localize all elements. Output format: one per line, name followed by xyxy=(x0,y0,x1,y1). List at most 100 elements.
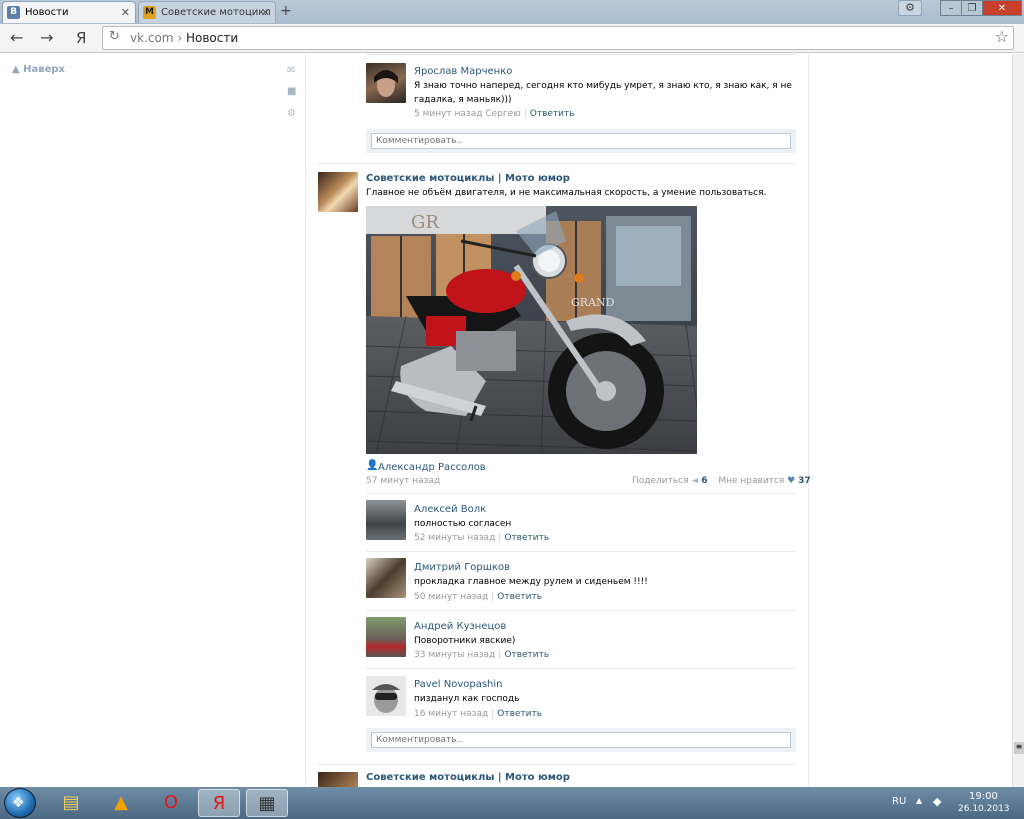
share-label: Поделиться xyxy=(632,476,689,486)
clock-date[interactable]: 26.10.2013 xyxy=(958,804,1010,814)
avatar[interactable] xyxy=(366,558,406,598)
scanner-app-icon[interactable]: ▦ xyxy=(246,789,288,817)
settings-gear-icon[interactable]: ⚙ xyxy=(287,109,297,119)
tab-label: Советские мотоцикл xyxy=(161,7,271,18)
address-bar[interactable]: ↻ vk.com › Новости ☆ xyxy=(102,26,1014,50)
aimp-app-icon[interactable]: ▲ xyxy=(100,789,142,817)
comment-author[interactable]: Алексей Волк xyxy=(414,504,486,515)
url-separator: › xyxy=(177,31,183,45)
forward-arrow-icon[interactable]: → xyxy=(40,28,53,48)
tab-label: Новости xyxy=(25,7,69,18)
reload-icon[interactable]: ↻ xyxy=(109,29,120,44)
comment-input[interactable] xyxy=(371,732,791,748)
post-author[interactable]: Александр Рассолов xyxy=(378,462,486,473)
post-text: Главное не объём двигателя, и не максима… xyxy=(366,188,767,198)
column-divider xyxy=(305,54,306,787)
avatar[interactable] xyxy=(366,617,406,657)
windows-logo-icon: ❖ xyxy=(12,795,25,811)
close-tab-icon[interactable]: ✕ xyxy=(261,2,270,23)
comment-author[interactable]: Андрей Кузнецов xyxy=(414,621,506,632)
explorer-folder-icon[interactable]: ▤ xyxy=(50,789,92,817)
url-page: Новости xyxy=(185,31,239,45)
page-content: ▲ Наверх ✉ ■ ⚙ Ярослав Марченко Я знаю т… xyxy=(0,54,1012,787)
avatar[interactable] xyxy=(366,63,406,103)
share-button[interactable]: Поделиться ◄ 6 xyxy=(632,476,707,486)
comment-time[interactable]: 33 минуты назад xyxy=(414,650,495,660)
column-divider xyxy=(808,54,809,787)
reply-link[interactable]: Ответить xyxy=(497,592,542,602)
tab-news[interactable]: В Новости ✕ xyxy=(2,1,136,23)
comment-time[interactable]: 16 минут назад xyxy=(414,709,488,719)
messages-icon[interactable]: ✉ xyxy=(287,66,297,76)
window-controls: – ❐ ✕ xyxy=(940,0,1022,16)
network-icon[interactable]: ◆ xyxy=(933,795,941,808)
start-button[interactable]: ❖ xyxy=(4,788,36,818)
post-time[interactable]: 57 минут назад xyxy=(366,476,440,486)
minimize-button[interactable]: – xyxy=(940,0,962,16)
vertical-scrollbar[interactable]: ≡ xyxy=(1012,54,1024,787)
like-button[interactable]: Мне нравится ♥ 37 xyxy=(718,476,810,486)
divider xyxy=(366,493,796,494)
moto-favicon-icon: M xyxy=(143,6,156,19)
divider xyxy=(366,668,796,669)
post-group-title[interactable]: Советские мотоциклы | Мото юмор xyxy=(366,772,570,783)
title-bar: В Новости ✕ M Советские мотоцикл ✕ + ⚙ –… xyxy=(0,0,1024,24)
reply-link[interactable]: Ответить xyxy=(530,109,575,119)
comment-time[interactable]: 50 минут назад xyxy=(414,592,488,602)
yandex-button[interactable]: Я xyxy=(76,28,86,48)
megaphone-icon: ◄ xyxy=(691,476,699,486)
post-divider xyxy=(318,163,796,164)
comment-meta: 33 минуты назад | Ответить xyxy=(414,650,550,660)
reply-link[interactable]: Ответить xyxy=(504,650,549,660)
reply-link[interactable]: Ответить xyxy=(497,709,542,719)
yandex-browser-icon[interactable]: Я xyxy=(198,789,240,817)
like-count: 37 xyxy=(798,476,811,486)
comment-meta: 52 минуты назад | Ответить xyxy=(414,533,550,543)
opera-app-icon[interactable]: O xyxy=(150,789,192,817)
comment-text: Я знаю точно наперед, сегодня кто мибудь… xyxy=(414,81,792,105)
reply-link[interactable]: Ответить xyxy=(504,533,549,543)
scroll-grip[interactable]: ≡ xyxy=(1014,742,1024,754)
tab-soviet-moto[interactable]: M Советские мотоцикл ✕ xyxy=(138,1,276,23)
divider xyxy=(366,54,796,55)
group-avatar[interactable] xyxy=(318,772,358,787)
post-image[interactable]: GR GRAND xyxy=(366,206,697,454)
settings-gear-icon[interactable]: ⚙ xyxy=(898,0,922,16)
close-tab-icon[interactable]: ✕ xyxy=(121,2,130,23)
language-indicator[interactable]: RU xyxy=(892,796,906,807)
avatar-face-icon xyxy=(374,70,398,97)
comment-box xyxy=(366,129,796,153)
new-tab-button[interactable]: + xyxy=(280,3,292,19)
maximize-button[interactable]: ❐ xyxy=(961,0,983,16)
divider xyxy=(366,551,796,552)
post-group-title[interactable]: Советские мотоциклы | Мото юмор xyxy=(366,173,570,184)
avatar[interactable] xyxy=(366,500,406,540)
motorcycle-photo: GR GRAND xyxy=(366,206,697,454)
comment-time[interactable]: 5 минут назад Сергею xyxy=(414,109,521,119)
back-arrow-icon[interactable]: ← xyxy=(10,28,23,48)
vk-favicon-icon: В xyxy=(7,6,20,19)
comment-author[interactable]: Дмитрий Горшков xyxy=(414,562,510,573)
comment-input[interactable] xyxy=(371,133,791,149)
share-count: 6 xyxy=(701,476,708,486)
tray-expand-icon[interactable]: ▲ xyxy=(916,796,922,805)
comment-text: полностью согласен xyxy=(414,519,512,529)
url-text: vk.com › Новости xyxy=(130,31,238,45)
comment-author[interactable]: Pavel Novopashin xyxy=(414,679,503,690)
avatar[interactable] xyxy=(366,676,406,716)
comments-icon[interactable]: ■ xyxy=(287,87,297,97)
bookmark-star-icon[interactable]: ☆ xyxy=(995,27,1009,46)
avatar-face-icon xyxy=(372,684,400,713)
browser-toolbar: ← → Я ↻ vk.com › Новости ☆ xyxy=(0,24,1024,53)
comment-text: прокладка главное между рулем и сиденьем… xyxy=(414,577,648,587)
sign-text: GR xyxy=(411,212,439,233)
close-window-button[interactable]: ✕ xyxy=(982,0,1022,16)
scroll-to-top-link[interactable]: ▲ Наверх xyxy=(12,64,65,75)
taskbar: ❖ ▤ ▲ O Я ▦ RU ▲ ◆ 19:00 26.10.2013 xyxy=(0,787,1024,819)
comment-time[interactable]: 52 минуты назад xyxy=(414,533,495,543)
like-label: Мне нравится xyxy=(718,476,785,486)
author-person-icon: 👤 xyxy=(366,460,379,471)
group-avatar[interactable] xyxy=(318,172,358,212)
comment-author[interactable]: Ярослав Марченко xyxy=(414,66,512,77)
clock-time[interactable]: 19:00 xyxy=(969,791,998,802)
